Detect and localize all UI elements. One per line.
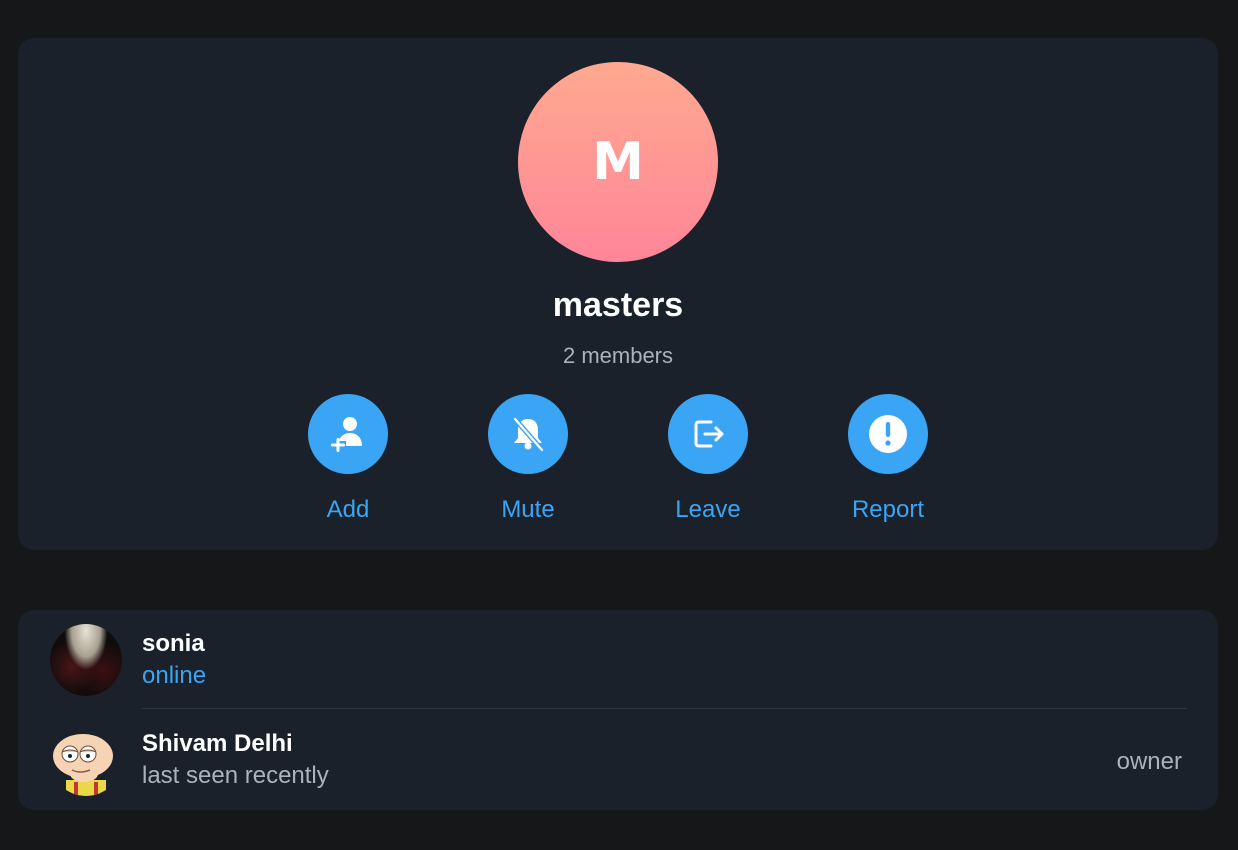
avatar[interactable] bbox=[50, 624, 122, 696]
member-row-sonia[interactable]: sonia online bbox=[18, 610, 1218, 710]
member-count: 2 members bbox=[562, 343, 674, 368]
report-label[interactable]: Report bbox=[818, 496, 958, 524]
member-name: Shivam Delhi bbox=[142, 730, 293, 757]
member-status: last seen recently bbox=[142, 762, 329, 789]
member-name: sonia bbox=[142, 630, 205, 657]
report-button[interactable]: Report bbox=[818, 394, 958, 524]
bell-off-icon[interactable] bbox=[488, 394, 568, 474]
group-info-card: M masters 2 members Add Mute Leave Repor… bbox=[18, 38, 1218, 550]
divider bbox=[142, 708, 1187, 709]
group-avatar[interactable]: M bbox=[518, 62, 718, 262]
mute-label[interactable]: Mute bbox=[458, 496, 598, 524]
mute-button[interactable]: Mute bbox=[458, 394, 598, 524]
leave-button[interactable]: Leave bbox=[638, 394, 778, 524]
group-avatar-letter: M bbox=[592, 132, 644, 192]
avatar[interactable] bbox=[50, 724, 122, 796]
add-user-icon[interactable] bbox=[308, 394, 388, 474]
add-label[interactable]: Add bbox=[278, 496, 418, 524]
members-list: sonia online Shivam Delhi last seen rece… bbox=[18, 610, 1218, 810]
add-button[interactable]: Add bbox=[278, 394, 418, 524]
group-name: masters bbox=[552, 286, 684, 324]
leave-icon[interactable] bbox=[668, 394, 748, 474]
member-status: online bbox=[142, 662, 207, 689]
owner-badge: owner bbox=[1116, 748, 1182, 775]
report-icon[interactable] bbox=[848, 394, 928, 474]
leave-label[interactable]: Leave bbox=[638, 496, 778, 524]
member-row-shivam-delhi[interactable]: Shivam Delhi last seen recently owner bbox=[18, 710, 1218, 810]
